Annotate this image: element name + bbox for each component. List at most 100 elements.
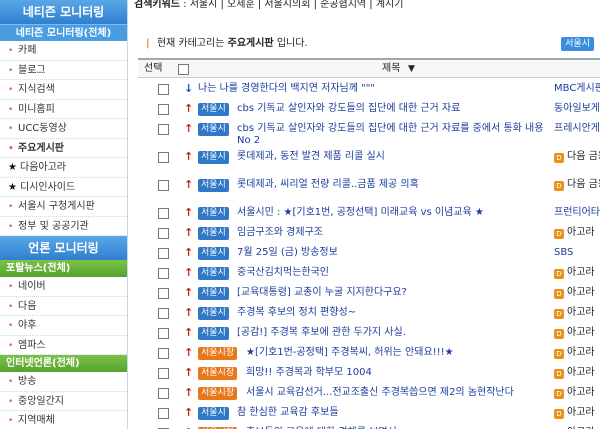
- source-site[interactable]: D아고라: [554, 367, 595, 379]
- post-title-link[interactable]: 나는 나를 경영한다의 백지연 저자님께 """: [198, 83, 375, 95]
- row-checkbox[interactable]: [158, 388, 169, 399]
- sidebar-item[interactable]: • 야후: [0, 316, 127, 336]
- post-title-link[interactable]: 롯데제과, 씨리얼 전량 리콜..금품 제공 의혹: [237, 179, 550, 191]
- source-site[interactable]: D아고라: [554, 347, 595, 359]
- internet-press-header[interactable]: 인터넷언론(전체): [0, 355, 127, 372]
- row-checkbox[interactable]: [158, 248, 169, 259]
- post-title-link[interactable]: 서울시 교육감선거...전교조출신 주경복씁으면 제2의 놈현작난다: [246, 387, 514, 399]
- source-site[interactable]: 프런티어타: [554, 207, 600, 219]
- region-tag[interactable]: 서울시장: [198, 367, 238, 380]
- table-row: ↓ 나는 나를 경영한다의 백지연 저자님께 """ MBC게시판: [138, 80, 600, 100]
- post-title-link[interactable]: 롯데제과, 동전 발견 제품 리콜 실시: [237, 151, 550, 163]
- sidebar-item[interactable]: • 카페: [0, 41, 127, 61]
- region-tag[interactable]: 서울시: [198, 227, 229, 240]
- row-checkbox[interactable]: [158, 84, 169, 95]
- row-checkbox[interactable]: [158, 104, 169, 115]
- row-checkbox[interactable]: [158, 124, 169, 135]
- post-title-link[interactable]: cbs 기독교 살인자와 강도들의 집단에 대한 근거 자료: [237, 103, 460, 115]
- source-site[interactable]: D아고라: [554, 307, 595, 319]
- row-checkbox[interactable]: [158, 288, 169, 299]
- region-tag[interactable]: 서울시: [198, 267, 229, 280]
- source-site[interactable]: D아고라: [554, 387, 595, 399]
- source-site[interactable]: 프레시안게: [554, 123, 600, 135]
- board-icon: D: [554, 389, 564, 399]
- region-tag[interactable]: 서울시: [198, 207, 229, 220]
- post-title-link[interactable]: 참 한심한 교육감 후보들: [237, 407, 339, 419]
- post-title-link[interactable]: ★[기호1번-공정택] 주경복씨, 허위는 안돼요!!!★: [246, 347, 454, 359]
- source-site[interactable]: D아고라: [554, 287, 595, 299]
- row-checkbox[interactable]: [158, 408, 169, 419]
- source-site[interactable]: D아고라: [554, 227, 595, 239]
- row-checkbox[interactable]: [158, 208, 169, 219]
- sidebar-item[interactable]: • 블로그: [0, 61, 127, 80]
- post-title-link[interactable]: 주경복 후보의 정치 편향성~: [237, 307, 356, 319]
- source-site[interactable]: 동아일보게: [554, 103, 600, 115]
- post-title-link[interactable]: 임금구조와 경제구조: [237, 227, 323, 239]
- source-site[interactable]: D아고라: [554, 407, 595, 419]
- arrow-up-icon: ↑: [184, 102, 194, 115]
- source-site[interactable]: SBS: [554, 247, 573, 259]
- region-tag[interactable]: 서울시: [198, 287, 229, 300]
- region-tag[interactable]: 서울시: [198, 103, 229, 116]
- sidebar-item[interactable]: • 정부 및 공공기관: [0, 217, 127, 236]
- region-tag[interactable]: 서울시장: [198, 387, 238, 400]
- sidebar-item[interactable]: • 지역매체: [0, 411, 127, 429]
- region-tag[interactable]: 서울시: [198, 327, 229, 340]
- netizen-monitoring-all-link[interactable]: 네티즌 모니터링(전체): [0, 24, 127, 41]
- sort-down-icon[interactable]: ▼: [408, 60, 415, 78]
- sidebar-item[interactable]: • UCC동영상: [0, 119, 127, 139]
- table-row: ↑ 서울시 롯데제과, 씨리얼 전량 리콜..금품 제공 의혹 D다음 금융: [138, 176, 600, 204]
- sidebar-item[interactable]: • 방송: [0, 372, 127, 392]
- post-title-link[interactable]: [교육대통령] 교총이 누굴 지지한다구요?: [237, 287, 407, 299]
- source-label: 아고라: [567, 227, 595, 238]
- region-tag[interactable]: 서울시장: [198, 347, 238, 360]
- row-checkbox[interactable]: [158, 180, 169, 191]
- region-tag[interactable]: 서울시: [198, 247, 229, 260]
- post-title-link[interactable]: 희망!! 주경복과 학부모 1004: [246, 367, 372, 379]
- portal-news-header[interactable]: 포탈뉴스(전체): [0, 260, 127, 277]
- post-title-link[interactable]: [공감!] 주경복 후보에 관한 두가지 사실.: [237, 327, 406, 339]
- internet-press-list: • 방송 • 중앙일간지 • 지역매체: [0, 372, 127, 429]
- row-checkbox[interactable]: [158, 152, 169, 163]
- source-site[interactable]: D아고라: [554, 267, 595, 279]
- sidebar-item[interactable]: • 엠파스: [0, 336, 127, 355]
- select-all-checkbox[interactable]: [178, 64, 189, 75]
- region-tag[interactable]: 서울시: [198, 307, 229, 320]
- sidebar-item[interactable]: • 서울시 구청게시판: [0, 197, 127, 217]
- sidebar-item-label: 카페: [18, 45, 37, 56]
- post-title-link[interactable]: cbs 기독교 살인자와 강도들의 집단에 대한 근거 자료를 중에서 통화 내…: [237, 123, 550, 147]
- region-tag[interactable]: 서울시: [198, 151, 229, 164]
- table-header: 선택 제목 ▼: [138, 58, 600, 78]
- sidebar-item[interactable]: • 다음: [0, 297, 127, 316]
- source-site[interactable]: MBC게시판: [554, 83, 600, 95]
- keyword-list[interactable]: : 서울시 | 오세훈 | 서울시의회 | 순공협지역 | 계시기: [183, 0, 403, 10]
- region-tag[interactable]: 서울시: [198, 179, 229, 192]
- row-checkbox[interactable]: [158, 308, 169, 319]
- sidebar-item[interactable]: • 중앙일간지: [0, 392, 127, 411]
- category-marker: |: [146, 38, 150, 49]
- row-checkbox[interactable]: [158, 328, 169, 339]
- sidebar-item-label: 주요게시판: [18, 142, 64, 154]
- post-title-link[interactable]: 7월 25일 (금) 방송정보: [237, 247, 338, 259]
- post-title-link[interactable]: 서울시민 : ★[기호1번, 공정선택] 미래교육 vs 이념교육 ★: [237, 207, 484, 219]
- sidebar-item[interactable]: • 미니홈피: [0, 100, 127, 119]
- sidebar-item[interactable]: ★ 디시인사이드: [0, 178, 127, 197]
- sidebar-item[interactable]: • 네이버: [0, 277, 127, 297]
- source-site[interactable]: D아고라: [554, 327, 595, 339]
- source-label: 프런티어타: [554, 207, 600, 218]
- region-tag[interactable]: 서울시: [198, 123, 229, 136]
- row-checkbox[interactable]: [158, 268, 169, 279]
- sidebar-item[interactable]: ★ 다음아고라: [0, 158, 127, 178]
- category-badge[interactable]: 서울시: [561, 37, 594, 51]
- source-label: 아고라: [567, 327, 595, 338]
- region-tag[interactable]: 서울시: [198, 407, 229, 420]
- sidebar-item[interactable]: • 주요게시판: [0, 139, 127, 158]
- sidebar-item[interactable]: • 지식검색: [0, 80, 127, 100]
- row-checkbox[interactable]: [158, 368, 169, 379]
- source-site[interactable]: D다음 금융: [554, 179, 600, 191]
- row-checkbox[interactable]: [158, 228, 169, 239]
- post-title-link[interactable]: 중국산김치먹는한국인: [237, 267, 329, 279]
- row-checkbox[interactable]: [158, 348, 169, 359]
- source-site[interactable]: D다음 금융: [554, 151, 600, 163]
- sidebar-item-label: 중앙일간지: [18, 395, 64, 407]
